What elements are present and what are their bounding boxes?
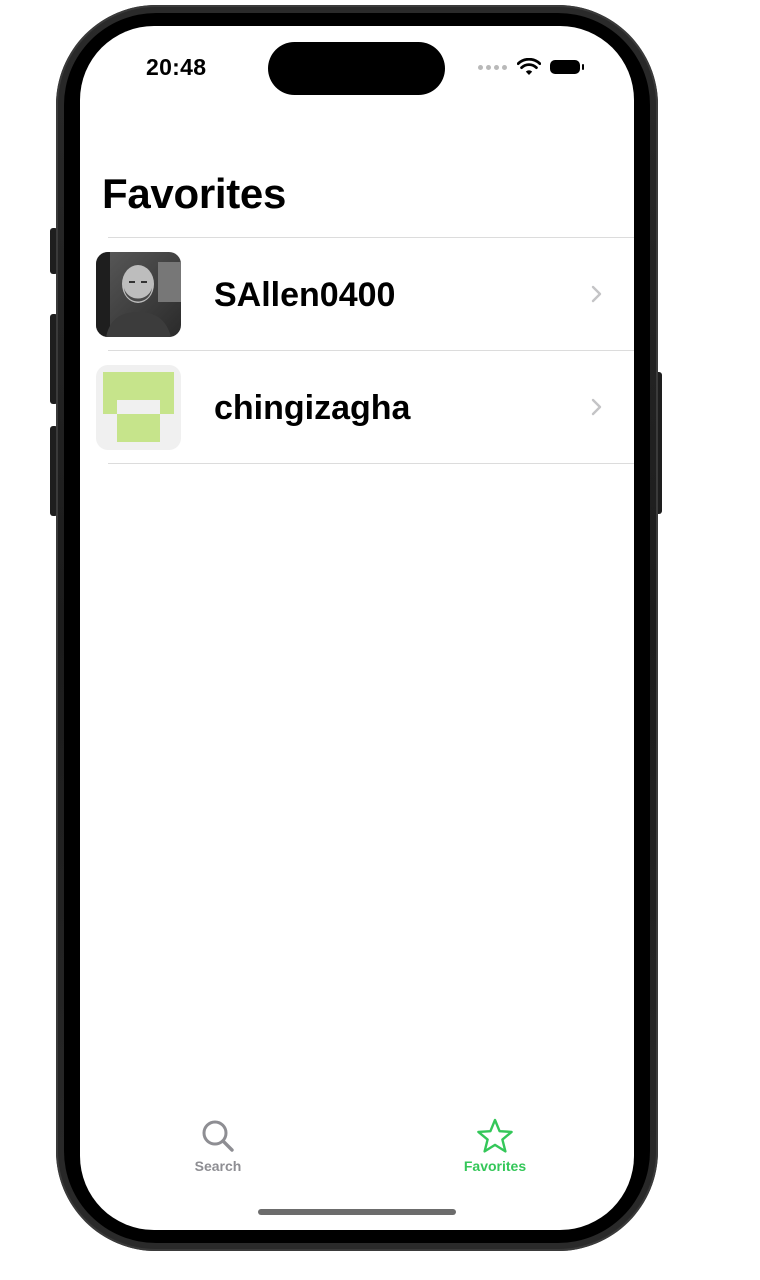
cellular-signal-icon (478, 64, 507, 70)
favorite-username: SAllen0400 (214, 276, 396, 314)
tab-label: Search (194, 1158, 242, 1174)
search-icon (202, 1120, 234, 1152)
chevron-right-icon (591, 398, 602, 416)
favorite-username: chingizagha (214, 389, 411, 427)
avatar (96, 252, 181, 337)
battery-icon (550, 60, 584, 74)
home-indicator[interactable] (258, 1209, 456, 1215)
tab-search[interactable]: Search (158, 1116, 278, 1186)
page-title: Favorites (102, 170, 287, 217)
tab-favorites[interactable]: Favorites (435, 1116, 555, 1186)
tab-bar: Search Favorites (80, 1116, 634, 1186)
star-icon (477, 1118, 513, 1153)
list-item-favorite[interactable]: SAllen0400 (80, 238, 634, 350)
divider (108, 463, 634, 464)
user-photo-avatar (96, 252, 181, 337)
status-time: 20:48 (146, 54, 207, 80)
avatar (96, 365, 181, 450)
favorites-list: SAllen0400 chingizagha (80, 237, 634, 464)
screen: 20:48 Favorites SAllen0400 chingizagha S… (80, 26, 634, 1230)
identicon-avatar (96, 365, 181, 450)
status-icons (478, 56, 584, 78)
dynamic-island (268, 42, 445, 95)
list-item-favorite[interactable]: chingizagha (80, 351, 634, 463)
tab-label: Favorites (463, 1158, 527, 1174)
wifi-icon (517, 58, 541, 75)
chevron-right-icon (591, 285, 602, 303)
stage: 20:48 Favorites SAllen0400 chingizagha S… (0, 0, 760, 1280)
